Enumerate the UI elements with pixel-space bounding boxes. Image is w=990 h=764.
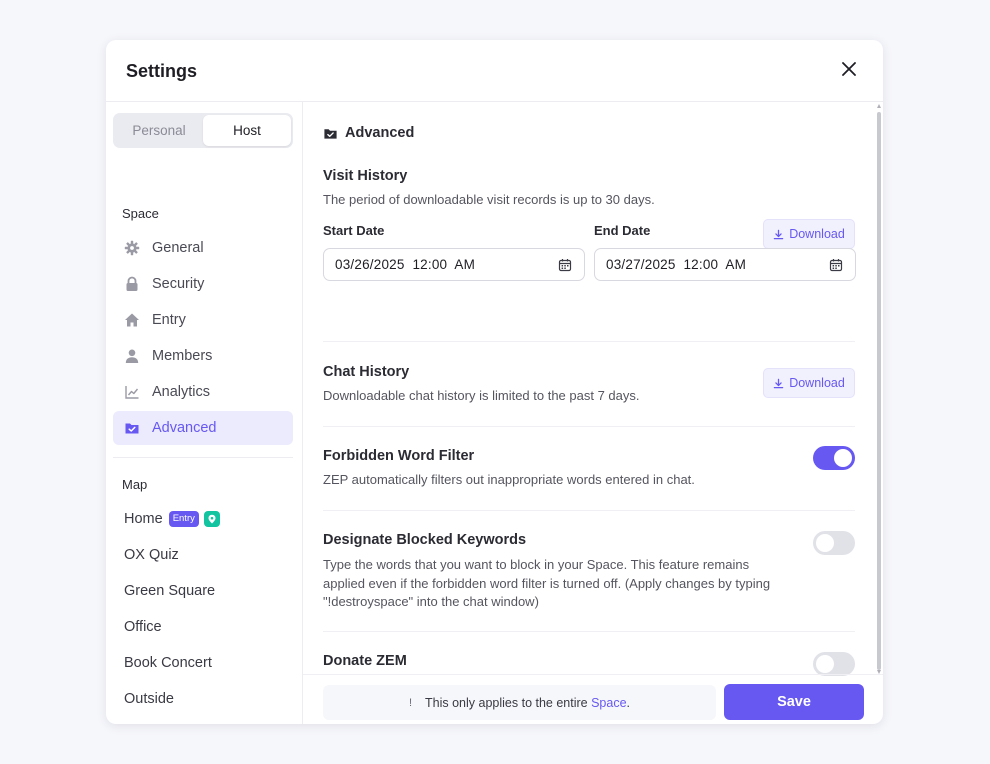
visit-history-download-button[interactable]: Download xyxy=(763,219,855,249)
download-icon xyxy=(773,229,784,240)
settings-content: Advanced Visit History The period of dow… xyxy=(303,102,883,724)
map-item-label: Office xyxy=(124,619,162,635)
sidebar-item-analytics[interactable]: Analytics xyxy=(113,375,293,409)
end-date-label: End Date xyxy=(594,223,651,238)
download-label: Download xyxy=(789,227,845,241)
content-scrollbar[interactable] xyxy=(875,102,883,676)
download-icon xyxy=(773,378,784,389)
sidebar-item-members[interactable]: Members xyxy=(113,339,293,373)
blocked-keywords-desc-line-3: "!destroyspace" into the chat window) xyxy=(323,594,539,609)
map-item-label: Home xyxy=(124,511,163,527)
sidebar-item-label: General xyxy=(152,240,204,256)
sidebar-divider xyxy=(113,457,293,458)
sidebar-item-general[interactable]: General xyxy=(113,231,293,265)
section-title-text: Advanced xyxy=(345,125,415,141)
start-date-value: 03/26/2025 12:00 AM xyxy=(335,257,476,272)
entry-badge: Entry xyxy=(168,511,199,527)
sidebar-item-entry[interactable]: Entry xyxy=(113,303,293,337)
sidebar-item-label: Advanced xyxy=(152,420,217,436)
calendar-icon[interactable] xyxy=(829,258,843,272)
settings-sidebar: Personal Host Space General Security Ent… xyxy=(106,102,303,724)
end-date-value: 03/27/2025 12:00 AM xyxy=(606,257,747,272)
visit-history-title: Visit History xyxy=(323,168,408,184)
start-date-input[interactable]: 03/26/2025 12:00 AM xyxy=(323,248,585,281)
start-date-label: Start Date xyxy=(323,223,385,238)
sidebar-item-label: Members xyxy=(152,348,213,364)
donate-zem-title: Donate ZEM xyxy=(323,653,407,669)
visit-history-desc: The period of downloadable visit records… xyxy=(323,192,655,207)
forbidden-filter-toggle[interactable] xyxy=(813,446,855,470)
end-date-input[interactable]: 03/27/2025 12:00 AM xyxy=(594,248,856,281)
user-icon xyxy=(124,348,140,364)
scroll-thumb[interactable] xyxy=(877,112,881,670)
settings-modal: Settings Personal Host Space General Sec… xyxy=(106,40,883,724)
gear-icon xyxy=(124,240,140,256)
notice-text: This only applies to the entire xyxy=(425,695,592,710)
sidebar-item-label: Entry xyxy=(152,312,186,328)
save-button[interactable]: Save xyxy=(724,684,864,720)
map-item-label: Green Square xyxy=(124,583,216,599)
map-item-green-square[interactable]: Green Square xyxy=(124,579,215,603)
donate-zem-toggle[interactable] xyxy=(813,652,855,676)
blocked-keywords-desc-line-1: Type the words that you want to block in… xyxy=(323,557,750,572)
calendar-icon[interactable] xyxy=(558,258,572,272)
folder-check-icon xyxy=(323,126,338,141)
section-title: Advanced xyxy=(323,125,414,141)
scope-notice: ! This only applies to the entire Space … xyxy=(323,685,716,720)
toggle-knob xyxy=(816,534,834,552)
blocked-keywords-desc-line-2: applied even if the forbidden word filte… xyxy=(323,576,771,591)
sidebar-item-label: Security xyxy=(152,276,205,292)
notice-period: . xyxy=(626,695,631,710)
forbidden-filter-title: Forbidden Word Filter xyxy=(323,448,475,464)
chart-icon xyxy=(124,384,140,400)
space-section-label: Space xyxy=(122,206,159,221)
sidebar-item-label: Analytics xyxy=(152,384,211,400)
modal-title: Settings xyxy=(126,61,198,81)
close-icon xyxy=(842,62,856,76)
download-label: Download xyxy=(789,376,845,390)
row-divider xyxy=(323,631,855,632)
sidebar-item-advanced[interactable]: Advanced xyxy=(113,411,293,445)
settings-footer: ! This only applies to the entire Space … xyxy=(303,674,883,724)
folder-check-icon xyxy=(124,420,140,436)
blocked-keywords-toggle[interactable] xyxy=(813,531,855,555)
chat-history-desc: Downloadable chat history is limited to … xyxy=(323,388,640,403)
toggle-knob xyxy=(816,655,834,673)
map-item-office[interactable]: Office xyxy=(124,615,162,639)
row-divider xyxy=(323,341,855,342)
notice-space-link: Space xyxy=(591,695,627,710)
map-section-label: Map xyxy=(122,477,148,492)
toggle-knob xyxy=(834,449,852,467)
map-item-label: OX Quiz xyxy=(124,547,179,563)
sidebar-item-security[interactable]: Security xyxy=(113,267,293,301)
notice-mark: ! xyxy=(408,696,413,709)
row-divider xyxy=(323,510,855,511)
mode-tabs: Personal Host xyxy=(113,113,293,148)
blocked-keywords-title: Designate Blocked Keywords xyxy=(323,532,527,548)
close-button[interactable] xyxy=(839,59,859,79)
tab-host[interactable]: Host xyxy=(203,115,291,146)
map-item-outside[interactable]: Outside xyxy=(124,687,174,711)
map-pin-icon xyxy=(203,511,220,527)
row-divider xyxy=(323,426,855,427)
forbidden-filter-desc: ZEP automatically filters out inappropri… xyxy=(323,472,695,487)
map-item-home[interactable]: Home Entry xyxy=(124,507,220,531)
map-item-book-concert[interactable]: Book Concert xyxy=(124,651,212,675)
chat-history-download-button[interactable]: Download xyxy=(763,368,855,398)
tab-personal[interactable]: Personal xyxy=(115,115,203,146)
home-icon xyxy=(124,312,140,328)
map-item-label: Book Concert xyxy=(124,655,212,671)
map-item-label: Outside xyxy=(124,691,174,707)
chat-history-title: Chat History xyxy=(323,364,410,380)
scroll-up-arrow[interactable] xyxy=(877,104,881,108)
map-item-ox-quiz[interactable]: OX Quiz xyxy=(124,543,179,567)
modal-header: Settings xyxy=(106,40,883,102)
lock-icon xyxy=(124,276,140,292)
